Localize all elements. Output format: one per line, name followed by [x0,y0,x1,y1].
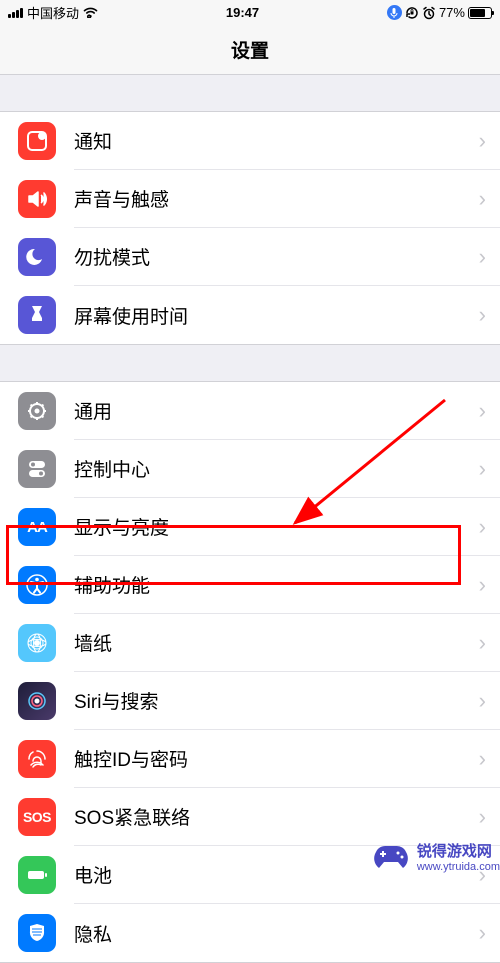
row-label: 触控ID与密码 [74,745,188,772]
row-label: 墙纸 [74,629,112,656]
chevron-right-icon: › [479,572,486,598]
row-label: 声音与触感 [74,185,169,212]
chevron-right-icon: › [479,186,486,212]
chevron-right-icon: › [479,804,486,830]
control-center-icon [18,450,56,488]
status-right: 77% [387,5,492,20]
row-screentime[interactable]: 屏幕使用时间 › [0,286,500,344]
notifications-icon [18,122,56,160]
chevron-right-icon: › [479,244,486,270]
row-notifications[interactable]: 通知 › [0,112,500,170]
row-label: 勿扰模式 [74,243,150,270]
row-label: 显示与亮度 [74,513,169,540]
sos-icon: SOS [18,798,56,836]
watermark-brand: 锐得游戏网 [417,843,500,861]
wallpaper-icon [18,624,56,662]
touchid-icon [18,740,56,778]
privacy-icon [18,914,56,952]
row-display[interactable]: AA 显示与亮度 › [0,498,500,556]
row-label: 通用 [74,397,112,424]
voice-control-icon [387,5,402,20]
status-time: 19:47 [226,5,259,20]
chevron-right-icon: › [479,302,486,328]
row-touchid[interactable]: 触控ID与密码 › [0,730,500,788]
settings-group-1: 通知 › 声音与触感 › 勿扰模式 › 屏幕使用时间 › [0,111,500,345]
watermark-url: www.ytruida.com [417,861,500,874]
row-dnd[interactable]: 勿扰模式 › [0,228,500,286]
row-label: 电池 [74,861,112,888]
battery-icon [468,7,492,19]
row-privacy[interactable]: 隐私 › [0,904,500,962]
settings-group-2: 通用 › 控制中心 › AA 显示与亮度 › 辅助功能 › [0,381,500,963]
row-label: 控制中心 [74,455,150,482]
signal-strength-icon [8,8,23,18]
row-label: SOS紧急联络 [74,803,190,830]
row-label: 辅助功能 [74,571,150,598]
screentime-icon [18,296,56,334]
row-accessibility[interactable]: 辅助功能 › [0,556,500,614]
page-title: 设置 [231,36,269,63]
row-sounds[interactable]: 声音与触感 › [0,170,500,228]
chevron-right-icon: › [479,514,486,540]
watermark: 锐得游戏网 www.ytruida.com [371,843,500,874]
chevron-right-icon: › [479,398,486,424]
row-siri[interactable]: Siri与搜索 › [0,672,500,730]
row-sos[interactable]: SOS SOS紧急联络 › [0,788,500,846]
row-wallpaper[interactable]: 墙纸 › [0,614,500,672]
orientation-lock-icon [405,6,419,20]
row-general[interactable]: 通用 › [0,382,500,440]
status-left: 中国移动 [8,3,98,22]
carrier-label: 中国移动 [27,3,79,22]
chevron-right-icon: › [479,920,486,946]
display-icon: AA [18,508,56,546]
status-bar: 中国移动 19:47 77% [0,0,500,25]
chevron-right-icon: › [479,456,486,482]
row-control-center[interactable]: 控制中心 › [0,440,500,498]
dnd-icon [18,238,56,276]
general-icon [18,392,56,430]
row-label: Siri与搜索 [74,687,158,714]
chevron-right-icon: › [479,688,486,714]
watermark-logo-icon [371,844,411,872]
battery-percent: 77% [439,5,465,20]
accessibility-icon [18,566,56,604]
siri-icon [18,682,56,720]
chevron-right-icon: › [479,746,486,772]
sounds-icon [18,180,56,218]
row-label: 通知 [74,127,112,154]
row-label: 屏幕使用时间 [74,302,188,329]
row-label: 隐私 [74,920,112,947]
battery-icon [18,856,56,894]
chevron-right-icon: › [479,630,486,656]
nav-header: 设置 [0,25,500,75]
alarm-icon [422,6,436,20]
wifi-icon [83,7,98,18]
chevron-right-icon: › [479,128,486,154]
